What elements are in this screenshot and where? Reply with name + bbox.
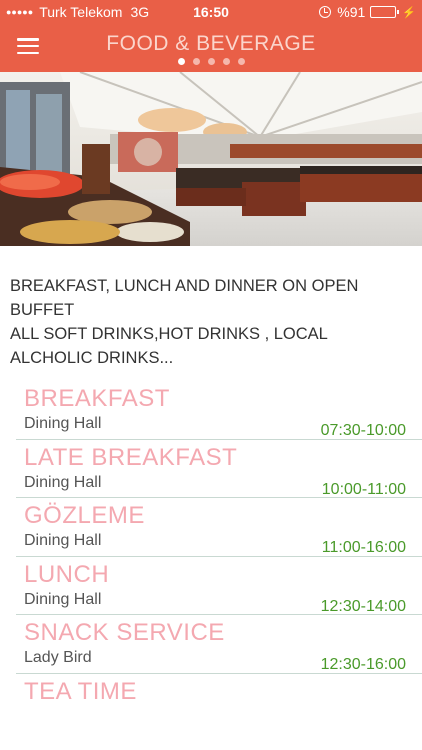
battery-icon <box>370 6 400 18</box>
schedule-item-time: 07:30-10:00 <box>320 422 406 439</box>
schedule-item[interactable]: LUNCH Dining Hall 12:30-14:00 <box>16 557 422 615</box>
schedule-item-venue: Dining Hall <box>24 532 102 549</box>
schedule-item[interactable]: SNACK SERVICE Lady Bird 12:30-16:00 <box>16 615 422 674</box>
page-dot[interactable] <box>207 58 215 65</box>
schedule-item[interactable]: GÖZLEME Dining Hall 11:00-16:00 <box>16 498 422 557</box>
page-dot[interactable] <box>222 58 230 65</box>
page-dot[interactable] <box>177 58 185 65</box>
page-title: FOOD & BEVERAGE <box>106 32 316 55</box>
schedule-item-time: 10:00-11:00 <box>321 480 406 498</box>
schedule-item[interactable]: BREAKFAST Dining Hall 07:30-10:00 <box>16 381 422 440</box>
status-bar: ●●●●● Turk Telekom 3G 16:50 %91 ⚡ <box>0 0 422 24</box>
app-header: ●●●●● Turk Telekom 3G 16:50 %91 ⚡ FOOD &… <box>0 0 422 72</box>
schedule-item-venue: Dining Hall <box>24 473 102 491</box>
schedule-item-time: 11:00-16:00 <box>321 539 406 556</box>
scroll-fade <box>0 700 422 750</box>
schedule-item-time: 12:30-14:00 <box>320 597 406 615</box>
page-indicator[interactable] <box>0 58 422 65</box>
intro-line-1: BREAKFAST, LUNCH AND DINNER ON OPEN BUFF… <box>10 277 359 319</box>
schedule-item[interactable]: LATE BREAKFAST Dining Hall 10:00-11:00 <box>16 440 422 498</box>
battery-percent: %91 <box>337 4 366 20</box>
schedule-item-title: GÖZLEME <box>24 502 145 529</box>
page-dot[interactable] <box>192 58 200 65</box>
schedule-item-title: LUNCH <box>24 560 110 588</box>
schedule-item-venue: Dining Hall <box>24 415 102 432</box>
page-dot[interactable] <box>237 58 245 65</box>
intro-text: BREAKFAST, LUNCH AND DINNER ON OPEN BUFF… <box>10 274 410 370</box>
schedule-item-title: LATE BREAKFAST <box>24 443 238 471</box>
hero-image <box>0 72 422 246</box>
schedule-item-title: BREAKFAST <box>24 385 170 412</box>
schedule-item-title: SNACK SERVICE <box>24 619 225 646</box>
schedule-item-venue: Dining Hall <box>24 590 102 608</box>
charging-icon: ⚡ <box>402 6 416 19</box>
alarm-icon <box>319 6 332 18</box>
meal-schedule-list: BREAKFAST Dining Hall 07:30-10:00 LATE BREA… <box>16 381 422 732</box>
schedule-item-time: 12:30-16:00 <box>320 656 406 673</box>
schedule-item-venue: Lady Bird <box>24 649 92 666</box>
intro-line-2: ALL SOFT DRINKS,HOT DRINKS , LOCAL ALCHO… <box>10 325 328 367</box>
